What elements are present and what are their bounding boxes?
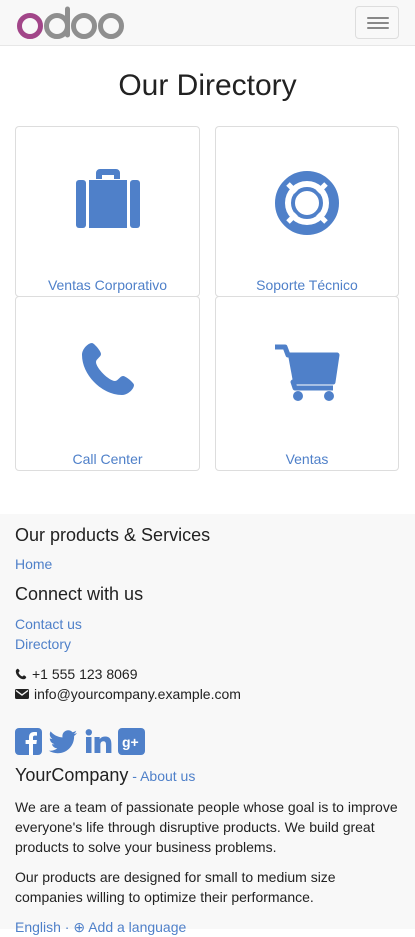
directory-card-soporte-tecnico[interactable]: Soporte Técnico	[215, 126, 399, 297]
odoo-logo[interactable]	[17, 6, 127, 40]
directory-card-ventas-corporativo[interactable]: Ventas Corporativo	[15, 126, 200, 297]
shopping-cart-icon	[275, 344, 340, 401]
about-us-link[interactable]: About us	[140, 768, 195, 784]
google-plus-icon[interactable]: g+	[118, 728, 145, 755]
company-name: YourCompany	[15, 765, 129, 785]
footer: Our products & Services Home Connect wit…	[0, 514, 415, 935]
hamburger-bar	[367, 22, 389, 24]
phone-number: +1 555 123 8069	[32, 666, 138, 682]
hamburger-bar	[367, 17, 389, 19]
linkedin-icon[interactable]	[84, 728, 112, 755]
hamburger-bar	[367, 27, 389, 29]
products-heading: Our products & Services	[15, 525, 211, 545]
phone-icon	[81, 343, 134, 395]
about-separator: -	[128, 768, 141, 784]
email-row: info@yourcompany.example.com	[15, 684, 400, 704]
card-label[interactable]: Soporte Técnico	[216, 275, 398, 295]
company-line: YourCompany - About us	[15, 763, 400, 788]
email-address: info@yourcompany.example.com	[34, 686, 241, 702]
about-paragraph-2: Our products are designed for small to m…	[15, 869, 336, 905]
svg-text:g+: g+	[122, 734, 139, 750]
home-link[interactable]: Home	[15, 554, 400, 574]
language-selector-link[interactable]: English · ⊕ Add a language	[15, 917, 400, 937]
directory-link[interactable]: Directory	[15, 634, 400, 654]
connect-heading: Connect with us	[15, 584, 144, 604]
card-label[interactable]: Call Center	[16, 449, 199, 469]
twitter-icon[interactable]	[48, 728, 78, 755]
card-label[interactable]: Ventas	[216, 449, 398, 469]
phone-icon	[15, 668, 27, 680]
phone-row: +1 555 123 8069	[15, 664, 400, 684]
page-title: Our Directory	[118, 69, 297, 102]
navbar	[0, 0, 415, 46]
life-ring-icon	[275, 171, 339, 235]
directory-card-ventas[interactable]: Ventas	[215, 296, 399, 471]
contact-us-link[interactable]: Contact us	[15, 614, 400, 634]
envelope-icon	[15, 689, 29, 699]
directory-card-call-center[interactable]: Call Center	[15, 296, 200, 471]
social-links: g+	[15, 728, 400, 755]
about-paragraph-1: We are a team of passionate people whose…	[15, 799, 398, 855]
card-label[interactable]: Ventas Corporativo	[16, 275, 199, 295]
facebook-icon[interactable]	[15, 728, 42, 755]
menu-toggle-button[interactable]	[355, 6, 399, 39]
briefcase-icon	[75, 169, 140, 228]
